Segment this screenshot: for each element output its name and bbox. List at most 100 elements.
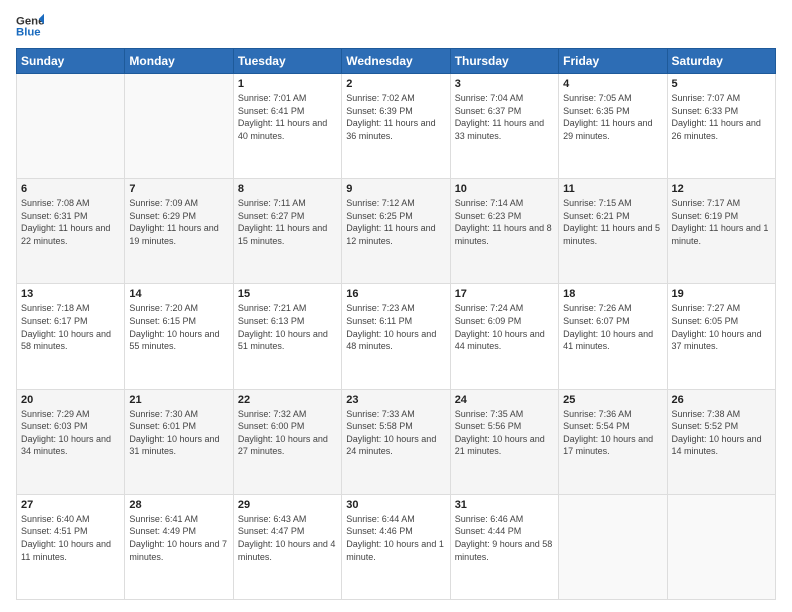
calendar-cell: [125, 74, 233, 179]
day-info: Sunrise: 7:08 AMSunset: 6:31 PMDaylight:…: [21, 197, 120, 247]
calendar-week-1: 6 Sunrise: 7:08 AMSunset: 6:31 PMDaylight…: [17, 179, 776, 284]
calendar-header-friday: Friday: [559, 49, 667, 74]
day-number: 6: [21, 183, 120, 195]
day-info: Sunrise: 7:14 AMSunset: 6:23 PMDaylight:…: [455, 197, 554, 247]
day-number: 18: [563, 288, 662, 300]
calendar-cell: 18Sunrise: 7:26 AMSunset: 6:07 PMDayligh…: [559, 284, 667, 389]
day-number: 24: [455, 394, 554, 406]
day-number: 28: [129, 499, 228, 511]
day-info: Sunrise: 6:40 AMSunset: 4:51 PMDaylight:…: [21, 513, 120, 563]
day-info: Sunrise: 6:41 AMSunset: 4:49 PMDaylight:…: [129, 513, 228, 563]
day-info: Sunrise: 6:43 AMSunset: 4:47 PMDaylight:…: [238, 513, 337, 563]
day-number: 7: [129, 183, 228, 195]
logo-icon: General Blue: [16, 12, 44, 40]
calendar-cell: 19 Sunrise: 7:27 AMSunset: 6:05 PMDayligh…: [667, 284, 775, 389]
day-info: Sunrise: 7:11 AMSunset: 6:27 PMDaylight:…: [238, 197, 337, 247]
calendar-cell: 30 Sunrise: 6:44 AMSunset: 4:46 PMDayligh…: [342, 494, 450, 599]
day-info: Sunrise: 7:27 AMSunset: 6:05 PMDaylight:…: [672, 302, 771, 352]
calendar-cell: 26 Sunrise: 7:38 AMSunset: 5:52 PMDayligh…: [667, 389, 775, 494]
calendar-cell: [17, 74, 125, 179]
calendar-header-saturday: Saturday: [667, 49, 775, 74]
calendar-header-row: SundayMondayTuesdayWednesdayThursdayFrid…: [17, 49, 776, 74]
calendar-cell: 20 Sunrise: 7:29 AMSunset: 6:03 PMDayligh…: [17, 389, 125, 494]
day-number: 16: [346, 288, 445, 300]
calendar-week-3: 20 Sunrise: 7:29 AMSunset: 6:03 PMDayligh…: [17, 389, 776, 494]
day-info: Sunrise: 7:29 AMSunset: 6:03 PMDaylight:…: [21, 408, 120, 458]
calendar-week-0: 1 Sunrise: 7:01 AMSunset: 6:41 PMDaylight…: [17, 74, 776, 179]
page: General Blue SundayMondayTuesdayWednesda…: [0, 0, 792, 612]
svg-text:General: General: [16, 15, 44, 27]
day-number: 29: [238, 499, 337, 511]
calendar-header-sunday: Sunday: [17, 49, 125, 74]
day-number: 10: [455, 183, 554, 195]
day-info: Sunrise: 7:38 AMSunset: 5:52 PMDaylight:…: [672, 408, 771, 458]
day-number: 21: [129, 394, 228, 406]
day-info: Sunrise: 7:17 AMSunset: 6:19 PMDaylight:…: [672, 197, 771, 247]
calendar-header-wednesday: Wednesday: [342, 49, 450, 74]
day-info: Sunrise: 7:07 AMSunset: 6:33 PMDaylight:…: [672, 92, 771, 142]
day-number: 26: [672, 394, 771, 406]
day-info: Sunrise: 7:23 AMSunset: 6:11 PMDaylight:…: [346, 302, 445, 352]
calendar-cell: 28 Sunrise: 6:41 AMSunset: 4:49 PMDayligh…: [125, 494, 233, 599]
day-number: 22: [238, 394, 337, 406]
day-number: 30: [346, 499, 445, 511]
day-number: 31: [455, 499, 554, 511]
day-number: 5: [672, 78, 771, 90]
calendar-cell: 10 Sunrise: 7:14 AMSunset: 6:23 PMDayligh…: [450, 179, 558, 284]
calendar-cell: 11 Sunrise: 7:15 AMSunset: 6:21 PMDayligh…: [559, 179, 667, 284]
day-number: 25: [563, 394, 662, 406]
calendar-cell: 21 Sunrise: 7:30 AMSunset: 6:01 PMDayligh…: [125, 389, 233, 494]
calendar-cell: 27 Sunrise: 6:40 AMSunset: 4:51 PMDayligh…: [17, 494, 125, 599]
day-number: 11: [563, 183, 662, 195]
day-info: Sunrise: 7:33 AMSunset: 5:58 PMDaylight:…: [346, 408, 445, 458]
calendar-cell: 7Sunrise: 7:09 AMSunset: 6:29 PMDaylight…: [125, 179, 233, 284]
day-number: 20: [21, 394, 120, 406]
calendar-cell: 1 Sunrise: 7:01 AMSunset: 6:41 PMDaylight…: [233, 74, 341, 179]
day-number: 8: [238, 183, 337, 195]
calendar-week-2: 13 Sunrise: 7:18 AMSunset: 6:17 PMDayligh…: [17, 284, 776, 389]
calendar-cell: 4Sunrise: 7:05 AMSunset: 6:35 PMDaylight…: [559, 74, 667, 179]
day-number: 19: [672, 288, 771, 300]
day-number: 9: [346, 183, 445, 195]
day-info: Sunrise: 7:12 AMSunset: 6:25 PMDaylight:…: [346, 197, 445, 247]
day-info: Sunrise: 7:15 AMSunset: 6:21 PMDaylight:…: [563, 197, 662, 247]
calendar-table: SundayMondayTuesdayWednesdayThursdayFrid…: [16, 48, 776, 600]
calendar-cell: 25 Sunrise: 7:36 AMSunset: 5:54 PMDayligh…: [559, 389, 667, 494]
day-number: 27: [21, 499, 120, 511]
day-number: 12: [672, 183, 771, 195]
day-info: Sunrise: 7:24 AMSunset: 6:09 PMDaylight:…: [455, 302, 554, 352]
calendar-cell: 3 Sunrise: 7:04 AMSunset: 6:37 PMDaylight…: [450, 74, 558, 179]
day-info: Sunrise: 6:44 AMSunset: 4:46 PMDaylight:…: [346, 513, 445, 563]
day-info: Sunrise: 7:30 AMSunset: 6:01 PMDaylight:…: [129, 408, 228, 458]
calendar-cell: [667, 494, 775, 599]
day-info: Sunrise: 7:01 AMSunset: 6:41 PMDaylight:…: [238, 92, 337, 142]
calendar-week-4: 27 Sunrise: 6:40 AMSunset: 4:51 PMDayligh…: [17, 494, 776, 599]
day-number: 13: [21, 288, 120, 300]
calendar-cell: 5 Sunrise: 7:07 AMSunset: 6:33 PMDaylight…: [667, 74, 775, 179]
calendar-cell: 9 Sunrise: 7:12 AMSunset: 6:25 PMDaylight…: [342, 179, 450, 284]
day-info: Sunrise: 7:36 AMSunset: 5:54 PMDaylight:…: [563, 408, 662, 458]
day-info: Sunrise: 7:04 AMSunset: 6:37 PMDaylight:…: [455, 92, 554, 142]
day-info: Sunrise: 7:20 AMSunset: 6:15 PMDaylight:…: [129, 302, 228, 352]
calendar-header-monday: Monday: [125, 49, 233, 74]
calendar-cell: 16 Sunrise: 7:23 AMSunset: 6:11 PMDayligh…: [342, 284, 450, 389]
calendar-cell: 2Sunrise: 7:02 AMSunset: 6:39 PMDaylight…: [342, 74, 450, 179]
day-info: Sunrise: 7:18 AMSunset: 6:17 PMDaylight:…: [21, 302, 120, 352]
calendar-cell: 8 Sunrise: 7:11 AMSunset: 6:27 PMDaylight…: [233, 179, 341, 284]
calendar-cell: [559, 494, 667, 599]
calendar-cell: 6 Sunrise: 7:08 AMSunset: 6:31 PMDaylight…: [17, 179, 125, 284]
day-number: 2: [346, 78, 445, 90]
calendar-cell: 14 Sunrise: 7:20 AMSunset: 6:15 PMDayligh…: [125, 284, 233, 389]
calendar-cell: 23 Sunrise: 7:33 AMSunset: 5:58 PMDayligh…: [342, 389, 450, 494]
day-info: Sunrise: 7:32 AMSunset: 6:00 PMDaylight:…: [238, 408, 337, 458]
calendar-header-thursday: Thursday: [450, 49, 558, 74]
calendar-cell: 29 Sunrise: 6:43 AMSunset: 4:47 PMDayligh…: [233, 494, 341, 599]
calendar-cell: 31Sunrise: 6:46 AMSunset: 4:44 PMDayligh…: [450, 494, 558, 599]
day-number: 1: [238, 78, 337, 90]
calendar-header-tuesday: Tuesday: [233, 49, 341, 74]
day-number: 3: [455, 78, 554, 90]
day-number: 14: [129, 288, 228, 300]
calendar-cell: 15Sunrise: 7:21 AMSunset: 6:13 PMDayligh…: [233, 284, 341, 389]
calendar-cell: 12 Sunrise: 7:17 AMSunset: 6:19 PMDayligh…: [667, 179, 775, 284]
day-number: 23: [346, 394, 445, 406]
